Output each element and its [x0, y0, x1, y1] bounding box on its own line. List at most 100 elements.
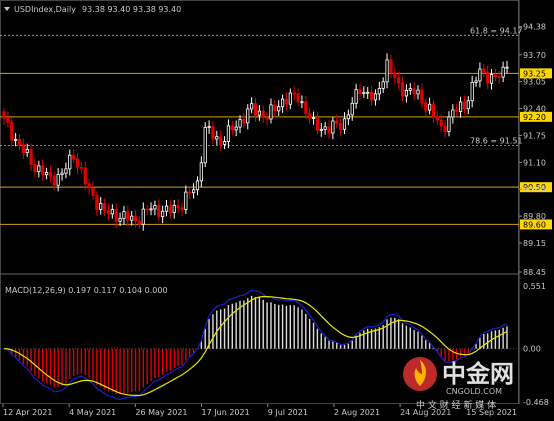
- price-tick-label: 91.75: [523, 131, 546, 140]
- price-tick-label: 92.40: [523, 105, 546, 114]
- fib-label: 61.8 = 94.17: [470, 26, 523, 35]
- candle-body: [377, 87, 381, 95]
- price-tick-label: 94.38: [523, 23, 546, 32]
- candle-body: [64, 168, 68, 174]
- candle-body: [164, 205, 169, 212]
- candle-body: [207, 126, 211, 128]
- candle-body: [110, 209, 114, 215]
- candle-body: [319, 128, 323, 131]
- candle-body: [273, 104, 277, 112]
- candle-body: [176, 205, 180, 209]
- price-tick-label: 89.15: [523, 239, 546, 248]
- candle-body: [79, 166, 83, 169]
- macd-tick-label: 0.551: [523, 282, 546, 291]
- candle-body: [439, 119, 443, 127]
- candle-body: [505, 66, 509, 69]
- fib-label: 78.6 = 91.51: [470, 136, 523, 145]
- candle-body: [91, 187, 95, 196]
- candle-body: [133, 215, 138, 222]
- candle-body: [87, 183, 91, 189]
- candle-body: [141, 208, 145, 225]
- candle-body: [362, 92, 366, 95]
- candle-body: [265, 117, 269, 120]
- candle-body: [168, 205, 172, 213]
- candle-body: [288, 92, 292, 105]
- macd-label: MACD(12,26,9) 0.197 0.117 0.104 0.000: [5, 286, 168, 295]
- time-tick-label: 9 Jul 2021: [268, 408, 308, 417]
- candle-body: [226, 125, 231, 142]
- candle-body: [99, 203, 103, 210]
- candle-body: [397, 77, 401, 84]
- watermark: 中金网 CNGOLD.COM 中 文 财 经 新 媒 体: [398, 352, 548, 412]
- candle-body: [130, 215, 134, 221]
- candle-body: [497, 76, 501, 79]
- candle-body: [250, 103, 254, 110]
- candle-body: [211, 126, 215, 140]
- candle-body: [137, 220, 142, 225]
- watermark-brand: 中金网: [442, 360, 514, 388]
- candle-body: [373, 93, 378, 101]
- candle-body: [153, 205, 157, 210]
- candle-body: [6, 117, 10, 123]
- candle-body: [191, 189, 196, 194]
- candle-body: [184, 191, 188, 210]
- candle-body: [230, 125, 234, 131]
- candle-body: [385, 59, 389, 83]
- candle-body: [420, 89, 424, 104]
- candle-body: [222, 141, 227, 145]
- candle-body: [29, 149, 33, 165]
- candle-body: [203, 127, 207, 164]
- candle-body: [257, 110, 261, 116]
- candle-body: [242, 119, 246, 124]
- candle-body: [466, 100, 470, 110]
- candle-body: [501, 66, 505, 78]
- candle-body: [458, 101, 463, 112]
- time-tick-label: 4 May 2021: [69, 408, 116, 417]
- watermark-domain: CNGOLD.COM: [446, 387, 502, 396]
- level-tag-label: 92.20: [523, 113, 546, 122]
- candle-body: [269, 104, 273, 120]
- candle-body: [400, 82, 405, 97]
- candle-body: [354, 89, 358, 104]
- candle-body: [296, 93, 300, 103]
- candle-body: [300, 101, 304, 104]
- candle-body: [474, 80, 478, 83]
- price-axis: 94.38 93.70 93.05 92.40 91.75 91.10 90.45 89.80…: [519, 23, 549, 407]
- candle-body: [60, 172, 64, 175]
- candle-body: [470, 82, 474, 102]
- candle-body: [95, 195, 99, 210]
- candle-body: [75, 158, 80, 168]
- ohlc-readout: 93.38 93.40 93.38 93.40: [82, 5, 181, 14]
- candle-body: [486, 71, 490, 84]
- candle-body: [180, 207, 184, 210]
- candle-body: [350, 102, 354, 116]
- candle-body: [315, 117, 320, 131]
- candle-body: [304, 101, 308, 114]
- price-tick-label: 89.80: [523, 212, 546, 221]
- candle-body: [149, 208, 153, 211]
- candle-body: [381, 81, 385, 89]
- candle-body: [44, 171, 49, 176]
- candle-body: [416, 89, 420, 95]
- candle-body: [145, 208, 149, 211]
- candle-body: [238, 119, 242, 128]
- candle-body: [48, 171, 53, 177]
- candle-body: [404, 89, 409, 97]
- candle-body: [114, 209, 118, 222]
- candle-body: [106, 209, 111, 215]
- candle-body: [161, 210, 165, 218]
- candle-body: [358, 89, 362, 95]
- price-tick-label: 91.10: [523, 158, 546, 167]
- candle-body: [443, 125, 447, 132]
- candle-body: [83, 167, 87, 185]
- candle-body: [478, 68, 482, 82]
- cngold-logo-icon: [403, 357, 437, 391]
- candle-body: [56, 174, 60, 186]
- price-tick-label: 90.45: [523, 185, 546, 194]
- candle-body: [412, 88, 416, 95]
- candle-body: [72, 154, 76, 160]
- candle-body: [253, 103, 258, 116]
- candle-body: [261, 110, 265, 119]
- candle-body: [327, 126, 331, 134]
- candle-body: [14, 138, 18, 141]
